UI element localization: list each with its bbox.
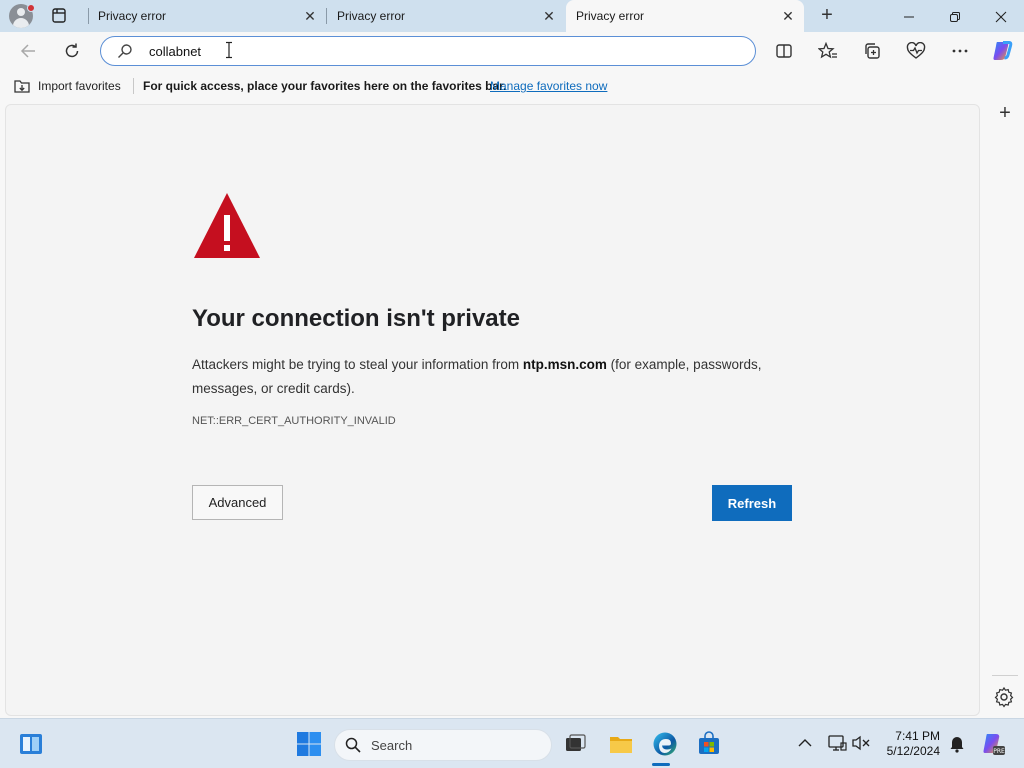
new-tab-icon[interactable]: + (816, 5, 838, 27)
tab-strip: Privacy error ✕ Privacy error ✕ Privacy … (0, 0, 1024, 32)
taskbar-search-label: Search (371, 738, 413, 753)
more-options-icon[interactable] (948, 39, 972, 63)
favorites-divider (133, 78, 134, 94)
close-tab-icon[interactable]: ✕ (541, 8, 557, 24)
refresh-icon[interactable] (60, 39, 84, 63)
file-explorer-icon[interactable] (608, 731, 634, 757)
description-text: Attackers might be trying to steal your … (192, 357, 523, 372)
network-icon[interactable] (826, 732, 852, 758)
add-sidebar-app-icon[interactable]: + (993, 102, 1017, 126)
tab-privacy-error-3[interactable]: Privacy error ✕ (566, 0, 804, 32)
warning-triangle-icon (192, 191, 262, 266)
address-bar[interactable] (100, 36, 756, 66)
tab-divider (88, 8, 89, 24)
microsoft-store-icon[interactable] (696, 731, 722, 757)
volume-muted-icon[interactable] (850, 732, 876, 758)
clock-date: 5/12/2024 (886, 744, 940, 758)
favorites-bar: Import favorites For quick access, place… (0, 70, 1024, 102)
sidebar-divider (992, 675, 1018, 676)
collections-icon[interactable] (860, 39, 884, 63)
import-favorites-label: Import favorites (38, 79, 121, 93)
windows-start-icon[interactable] (296, 731, 322, 757)
notification-dot (27, 4, 35, 12)
tab-privacy-error-1[interactable]: Privacy error ✕ (88, 0, 326, 32)
close-tab-icon[interactable]: ✕ (780, 8, 796, 24)
copilot-preview-icon[interactable]: PRE (980, 731, 1006, 757)
clock-time: 7:41 PM (895, 729, 940, 743)
sidebar-settings-gear-icon[interactable] (992, 685, 1016, 709)
advanced-button[interactable]: Advanced (192, 485, 283, 520)
site-host: ntp.msn.com (522, 357, 607, 372)
system-clock[interactable]: 7:41 PM 5/12/2024 (880, 729, 940, 759)
tab-title: Privacy error (576, 9, 645, 23)
refresh-button[interactable]: Refresh (712, 485, 792, 521)
restore-button[interactable] (932, 0, 978, 32)
address-input[interactable] (149, 42, 729, 60)
page-title: Your connection isn't private (192, 305, 520, 332)
show-hidden-icons-chevron-icon[interactable] (794, 732, 820, 758)
taskbar-search-icon (345, 737, 361, 758)
minimize-button[interactable] (886, 0, 932, 32)
error-code: NET::ERR_CERT_AUTHORITY_INVALID (192, 415, 396, 427)
import-favorites-button[interactable]: Import favorites (13, 78, 121, 94)
favorites-bar-hint: For quick access, place your favorites h… (143, 79, 507, 93)
error-description: Attackers might be trying to steal your … (192, 353, 802, 401)
browser-toolbar (0, 32, 1024, 70)
windows-taskbar: Search 7:41 PM 5/12/2024 PRE (0, 718, 1024, 768)
split-screen-icon[interactable] (772, 39, 796, 63)
close-window-button[interactable] (978, 0, 1024, 32)
privacy-error-page: Your connection isn't private Attackers … (5, 104, 980, 716)
page-viewport: Your connection isn't private Attackers … (0, 102, 986, 718)
taskbar-search-box[interactable]: Search (334, 729, 552, 761)
browser-essentials-icon[interactable] (904, 39, 928, 63)
back-arrow-icon[interactable] (16, 39, 40, 63)
import-favorites-icon (14, 80, 30, 93)
active-app-indicator (652, 763, 670, 766)
edge-sidebar: + (986, 102, 1024, 718)
copilot-icon[interactable] (990, 39, 1014, 63)
tab-title: Privacy error (337, 9, 406, 23)
search-icon (117, 43, 133, 64)
task-view-icon[interactable] (562, 731, 588, 757)
widgets-icon[interactable] (18, 731, 44, 757)
tab-privacy-error-2[interactable]: Privacy error ✕ (327, 0, 565, 32)
close-tab-icon[interactable]: ✕ (302, 8, 318, 24)
tab-title: Privacy error (98, 9, 167, 23)
text-cursor-icon (225, 41, 233, 59)
notifications-bell-icon[interactable] (946, 732, 972, 758)
svg-text:PRE: PRE (993, 748, 1005, 755)
tab-actions-icon[interactable] (48, 6, 70, 26)
manage-favorites-link[interactable]: Manage favorites now (490, 79, 607, 93)
favorites-star-icon[interactable] (816, 39, 840, 63)
edge-browser-icon[interactable] (652, 731, 678, 757)
